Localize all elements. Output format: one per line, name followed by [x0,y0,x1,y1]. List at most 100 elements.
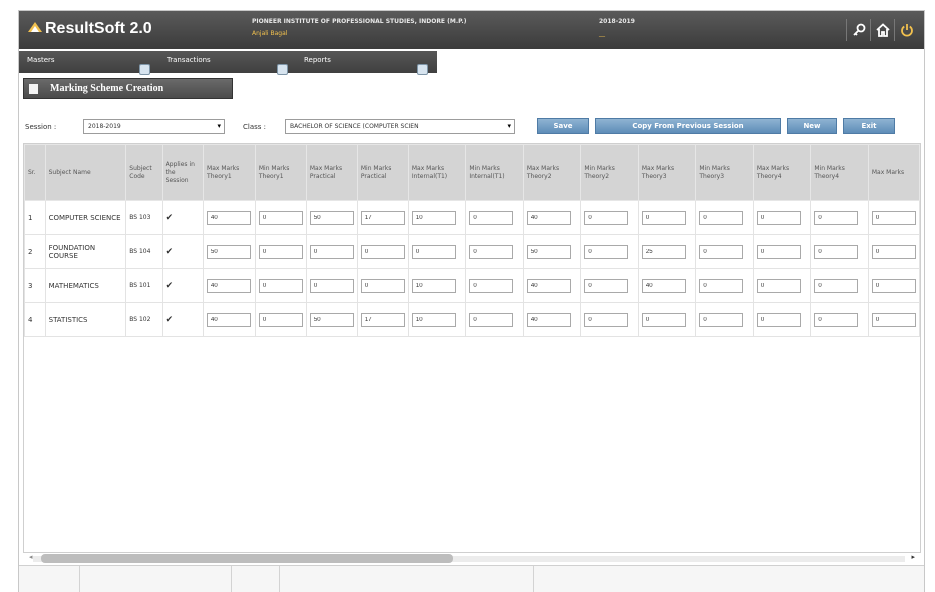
marks-input[interactable] [641,278,686,293]
marks-input[interactable] [469,312,514,327]
marks-input[interactable] [526,312,571,327]
marks-input[interactable] [526,244,571,259]
dropdown-arrow-icon[interactable] [277,64,288,75]
marks-input[interactable] [584,244,629,259]
marks-input[interactable] [756,210,801,225]
column-header[interactable]: Max Marks Practical [305,144,358,201]
applies-checkbox[interactable]: ✔ [166,281,174,291]
marks-input[interactable] [756,312,801,327]
marks-input[interactable] [756,278,801,293]
marks-cell [356,268,409,303]
marks-input[interactable] [258,278,303,293]
copy-previous-session-button[interactable]: Copy From Previous Session [595,118,781,134]
column-header[interactable]: Min Marks Practical [356,144,409,201]
marks-input[interactable] [411,244,456,259]
horizontal-scrollbar[interactable]: ◂ ▸ [29,553,915,564]
marks-input[interactable] [258,244,303,259]
column-header[interactable]: Applies in the Session [161,144,205,201]
column-header[interactable]: Min Marks Theory1 [254,144,307,201]
marks-cell [465,234,524,269]
column-header[interactable]: Min Marks Theory3 [695,144,754,201]
marks-cell [752,234,812,269]
marks-input[interactable] [469,210,514,225]
marks-cell [810,302,869,337]
marks-input[interactable] [309,312,354,327]
menu-masters[interactable]: Masters [27,56,55,64]
marks-input[interactable] [756,244,801,259]
column-header[interactable]: Min Marks Theory2 [580,144,639,201]
marks-input[interactable] [641,210,686,225]
power-icon[interactable] [894,19,918,41]
chevron-down-icon: ▾ [507,122,511,130]
marks-input[interactable] [699,210,744,225]
column-header[interactable]: Min Marks Theory4 [810,144,869,201]
column-header[interactable]: Max Marks Theory2 [522,144,582,201]
menu-reports[interactable]: Reports [304,56,331,64]
marks-input[interactable] [641,244,686,259]
marks-input[interactable] [309,210,354,225]
class-select[interactable]: BACHELOR OF SCIENCE (COMPUTER SCIEN ▾ [285,119,515,134]
applies-checkbox[interactable]: ✔ [166,247,174,257]
marks-input[interactable] [814,244,859,259]
marks-input[interactable] [207,244,252,259]
marks-input[interactable] [871,210,916,225]
scrollbar-thumb[interactable] [41,554,453,563]
marks-input[interactable] [526,210,571,225]
marks-input[interactable] [207,312,252,327]
column-header[interactable]: Subject Code [125,144,163,201]
marks-input[interactable] [258,210,303,225]
table-row: 1 COMPUTER SCIENCE BS 103 ✔ [24,200,920,235]
marks-input[interactable] [207,210,252,225]
marks-input[interactable] [207,278,252,293]
home-icon[interactable] [870,19,894,41]
marks-input[interactable] [360,244,405,259]
dropdown-arrow-icon[interactable] [139,64,150,75]
marks-input[interactable] [360,210,405,225]
dropdown-arrow-icon[interactable] [417,64,428,75]
marks-input[interactable] [258,312,303,327]
marks-input[interactable] [411,278,456,293]
marks-input[interactable] [699,312,744,327]
marks-input[interactable] [309,278,354,293]
marks-input[interactable] [584,278,629,293]
marks-input[interactable] [814,278,859,293]
save-button[interactable]: Save [537,118,589,134]
column-header[interactable]: Max Marks Internal(T1) [407,144,467,201]
marks-input[interactable] [469,278,514,293]
scroll-right-icon[interactable]: ▸ [911,553,915,561]
marks-input[interactable] [526,278,571,293]
marks-input[interactable] [411,312,456,327]
applies-checkbox[interactable]: ✔ [166,315,174,325]
column-header[interactable]: Max Marks Theory1 [203,144,256,201]
marks-input[interactable] [699,244,744,259]
column-header[interactable]: Max Marks Theory3 [637,144,697,201]
applies-checkbox[interactable]: ✔ [166,213,174,223]
scroll-left-icon[interactable]: ◂ [29,553,33,561]
column-header[interactable]: Max Marks Theory4 [752,144,812,201]
marks-input[interactable] [360,278,405,293]
menu-transactions[interactable]: Transactions [167,56,211,64]
marks-input[interactable] [411,210,456,225]
column-header[interactable]: Sr. [24,144,46,201]
marks-input[interactable] [871,312,916,327]
column-header[interactable]: Max Marks [867,144,920,201]
session-select[interactable]: 2018-2019 ▾ [83,119,225,134]
applies-cell: ✔ [161,200,205,235]
marks-input[interactable] [584,210,629,225]
key-icon[interactable] [846,19,870,41]
marks-input[interactable] [814,210,859,225]
marks-input[interactable] [699,278,744,293]
new-button[interactable]: New [787,118,837,134]
column-header[interactable]: Subject Name [44,144,127,201]
marks-input[interactable] [871,278,916,293]
exit-button[interactable]: Exit [843,118,895,134]
marks-input[interactable] [871,244,916,259]
marks-cell [356,234,409,269]
column-header[interactable]: Min Marks Internal(T1) [465,144,524,201]
marks-input[interactable] [641,312,686,327]
marks-input[interactable] [814,312,859,327]
marks-input[interactable] [584,312,629,327]
marks-input[interactable] [360,312,405,327]
marks-input[interactable] [469,244,514,259]
marks-input[interactable] [309,244,354,259]
